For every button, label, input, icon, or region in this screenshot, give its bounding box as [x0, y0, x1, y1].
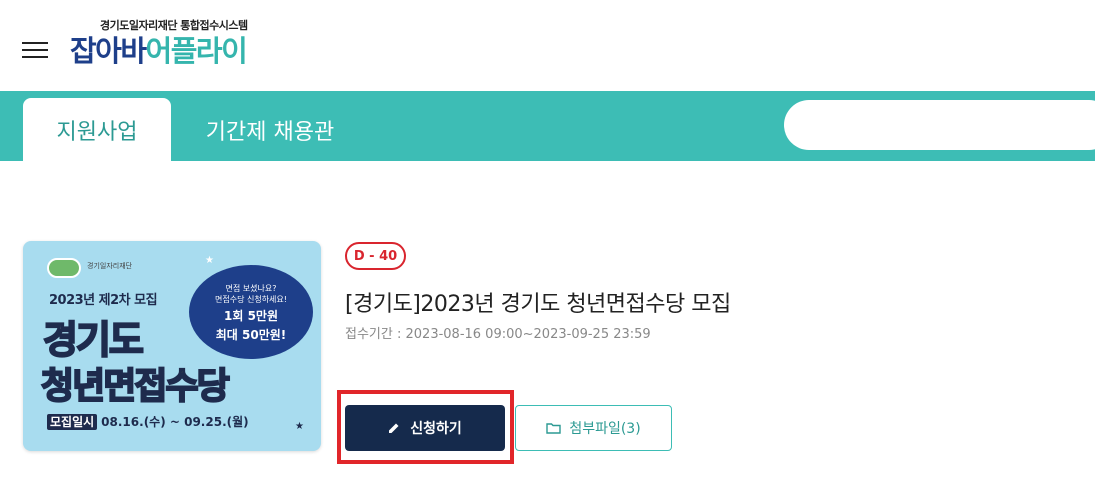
thumbnail-speech-bubble: 면접 보셨나요? 면접수당 신청하세요! 1회 5만원 최대 50만원! [189, 265, 313, 359]
tab-bar: 지원사업 기간제 채용관 [0, 91, 1095, 161]
thumbnail-headline-2: 청년면접수당 [40, 365, 231, 408]
thumbnail-round: 2023년 제2차 모집 [49, 293, 158, 308]
tab-support-programs[interactable]: 지원사업 [23, 98, 171, 161]
thumbnail-org-logo: 경기일자리재단 [87, 262, 133, 270]
bubble-line-2: 면접수당 신청하세요! [215, 295, 287, 304]
thumbnail-headline-1: 경기도 [42, 317, 145, 363]
thumbnail-period-text: 08.16.(수) ~ 09.25.(월) [101, 415, 249, 429]
hamburger-menu-icon[interactable] [22, 40, 48, 62]
attachments-button[interactable]: 첨부파일(3) [515, 405, 672, 451]
logo-subtitle: 경기도일자리재단 통합접수시스템 [100, 19, 248, 32]
star-icon: ★ [295, 421, 304, 432]
thumbnail-period: 모집일시 08.16.(수) ~ 09.25.(월) [47, 413, 249, 430]
application-period: 접수기간 : 2023-08-16 09:00~2023-09-25 23:59 [345, 323, 651, 342]
logo-title: 잡아바어플라이 [70, 34, 248, 68]
listing-thumbnail[interactable]: 경기일자리재단 2023년 제2차 모집 경기도 청년면접수당 면접 보셨나요?… [23, 241, 321, 451]
apply-button[interactable]: 신청하기 [345, 405, 505, 451]
d-day-badge: D - 40 [345, 242, 406, 270]
folder-icon [546, 423, 562, 434]
logo[interactable]: 경기도일자리재단 통합접수시스템 잡아바어플라이 [70, 14, 310, 74]
bubble-line-1: 면접 보셨나요? [225, 284, 277, 293]
search-input[interactable] [784, 100, 1095, 150]
star-icon: ★ [205, 255, 214, 266]
bubble-line-3: 1회 5만원 [224, 309, 278, 323]
logo-part-1: 잡아바 [70, 34, 147, 68]
attachments-button-label: 첨부파일(3) [569, 421, 641, 437]
application-period-label: 접수기간 : [345, 327, 402, 342]
application-period-value: 2023-08-16 09:00~2023-09-25 23:59 [405, 327, 651, 342]
bubble-line-4: 최대 50만원! [215, 328, 287, 342]
tab-fixed-term-jobs[interactable]: 기간제 채용관 [185, 98, 355, 161]
header: 경기도일자리재단 통합접수시스템 잡아바어플라이 [0, 0, 1095, 91]
pencil-icon [389, 423, 399, 433]
listing-title[interactable]: [경기도]2023년 경기도 청년면접수당 모집 [345, 286, 731, 318]
apply-button-label: 신청하기 [410, 421, 462, 437]
thumbnail-period-tag: 모집일시 [47, 414, 98, 430]
logo-part-2: 어플라이 [145, 34, 248, 68]
thumbnail-badge [47, 258, 81, 278]
